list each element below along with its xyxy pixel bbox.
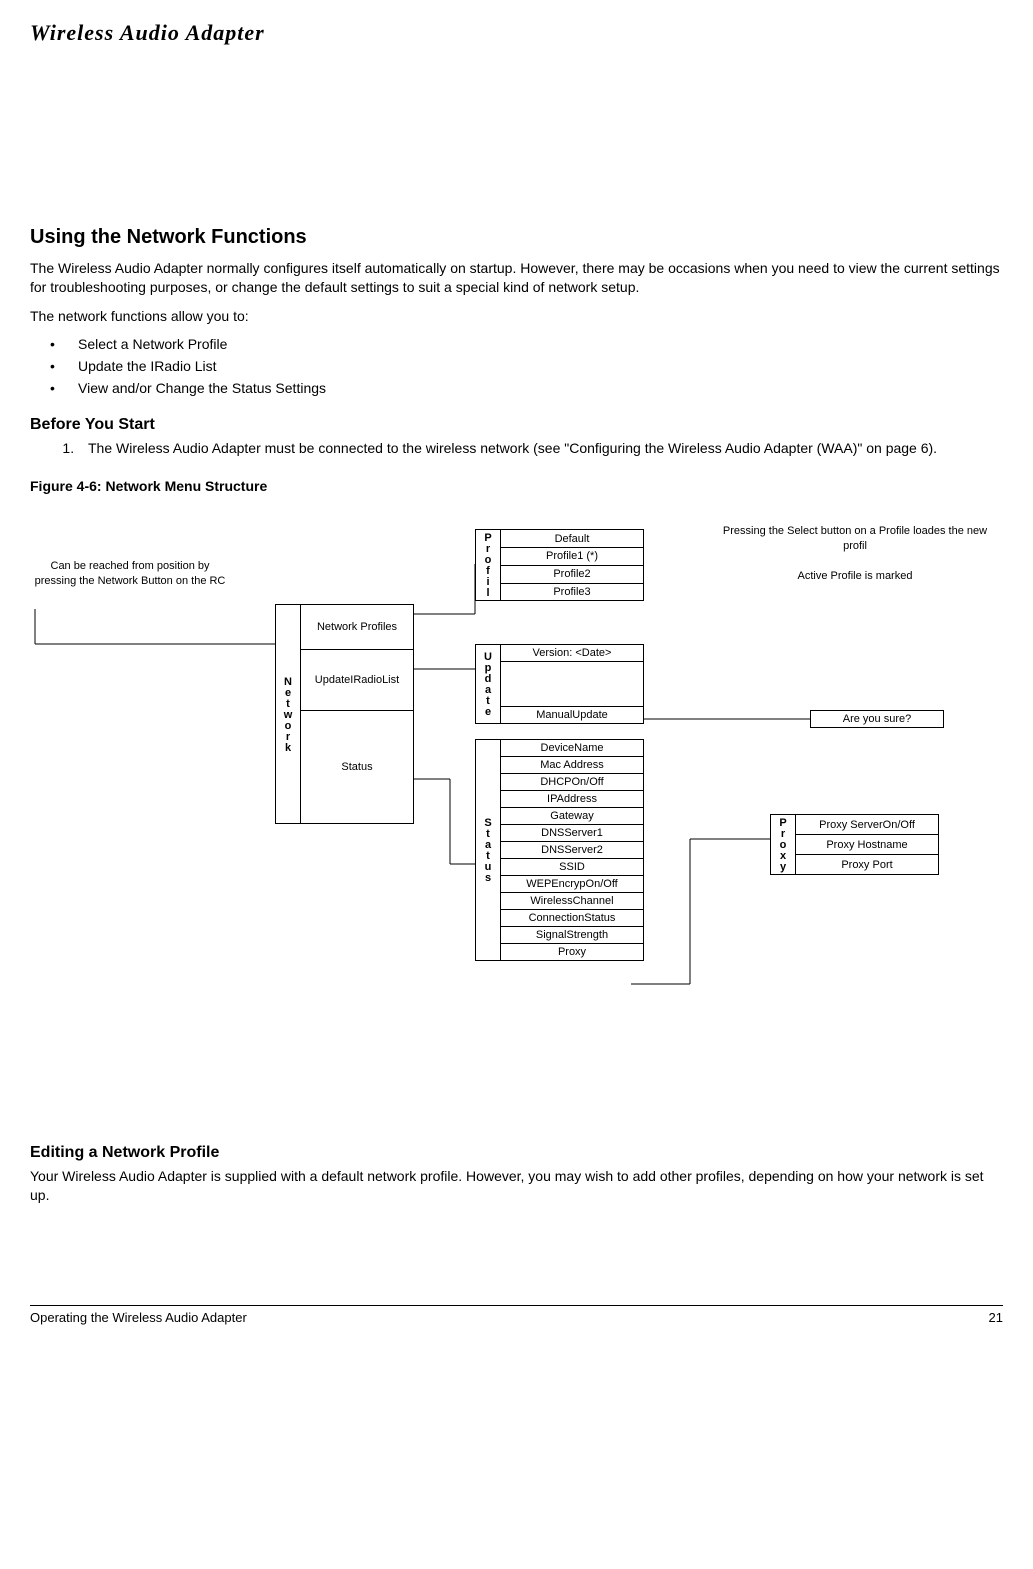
proxy-label: Proxy bbox=[771, 815, 796, 875]
profile-3: Profile3 bbox=[501, 583, 644, 601]
profile-default: Default bbox=[501, 530, 644, 548]
status-ip: IPAddress bbox=[501, 791, 644, 808]
footer-page-number: 21 bbox=[989, 1310, 1003, 1325]
note-active-marked: Active Profile is marked bbox=[790, 569, 920, 583]
update-label: Update bbox=[476, 645, 501, 724]
page-title: Wireless Audio Adapter bbox=[30, 20, 1003, 46]
status-wep: WEPEncrypOn/Off bbox=[501, 876, 644, 893]
menu-network-profiles: Network Profiles bbox=[301, 605, 414, 650]
status-dns1: DNSServer1 bbox=[501, 825, 644, 842]
update-manual: ManualUpdate bbox=[501, 707, 644, 724]
proxy-hostname: Proxy Hostname bbox=[796, 835, 939, 855]
status-proxy: Proxy bbox=[501, 944, 644, 961]
figure-caption: Figure 4-6: Network Menu Structure bbox=[30, 478, 1003, 494]
status-connection: ConnectionStatus bbox=[501, 910, 644, 927]
proxy-port: Proxy Port bbox=[796, 855, 939, 875]
status-label: Status bbox=[476, 740, 501, 961]
status-signal: SignalStrength bbox=[501, 927, 644, 944]
note-select-loads: Pressing the Select button on a Profile … bbox=[720, 524, 990, 553]
status-mac: Mac Address bbox=[501, 757, 644, 774]
menu-status: Status bbox=[301, 711, 414, 824]
intro-paragraph-1: The Wireless Audio Adapter normally conf… bbox=[30, 259, 1003, 297]
bullet-select-profile: Select a Network Profile bbox=[30, 336, 1003, 352]
section-using-network: Using the Network Functions bbox=[30, 226, 1003, 249]
status-dns2: DNSServer2 bbox=[501, 842, 644, 859]
menu-update-iradio: UpdateIRadioList bbox=[301, 650, 414, 711]
footer-left: Operating the Wireless Audio Adapter bbox=[30, 1310, 247, 1325]
profile-2: Profile2 bbox=[501, 565, 644, 583]
network-label: Network bbox=[276, 605, 301, 824]
network-menu-diagram: Can be reached from position by pressing… bbox=[30, 514, 1003, 1134]
before-item-1: The Wireless Audio Adapter must be conne… bbox=[78, 439, 1003, 459]
update-version: Version: <Date> bbox=[501, 645, 644, 662]
status-dhcp: DHCPOn/Off bbox=[501, 774, 644, 791]
note-reach-from-rc: Can be reached from position by pressing… bbox=[30, 559, 230, 588]
proxy-onoff: Proxy ServerOn/Off bbox=[796, 815, 939, 835]
intro-paragraph-2: The network functions allow you to: bbox=[30, 307, 1003, 326]
update-blank bbox=[501, 662, 644, 707]
editing-profile-paragraph: Your Wireless Audio Adapter is supplied … bbox=[30, 1167, 1003, 1205]
editing-profile-heading: Editing a Network Profile bbox=[30, 1144, 1003, 1162]
profile-1: Profile1 (*) bbox=[501, 548, 644, 566]
bullet-update-iradio: Update the IRadio List bbox=[30, 358, 1003, 374]
status-channel: WirelessChannel bbox=[501, 893, 644, 910]
status-gateway: Gateway bbox=[501, 808, 644, 825]
page-footer: Operating the Wireless Audio Adapter 21 bbox=[30, 1305, 1003, 1325]
status-devicename: DeviceName bbox=[501, 740, 644, 757]
function-list: Select a Network Profile Update the IRad… bbox=[30, 336, 1003, 396]
before-list: The Wireless Audio Adapter must be conne… bbox=[30, 439, 1003, 459]
before-you-start-heading: Before You Start bbox=[30, 416, 1003, 434]
status-ssid: SSID bbox=[501, 859, 644, 876]
profile-label: Profil bbox=[476, 530, 501, 601]
confirm-sure: Are you sure? bbox=[811, 711, 944, 728]
bullet-view-status: View and/or Change the Status Settings bbox=[30, 380, 1003, 396]
